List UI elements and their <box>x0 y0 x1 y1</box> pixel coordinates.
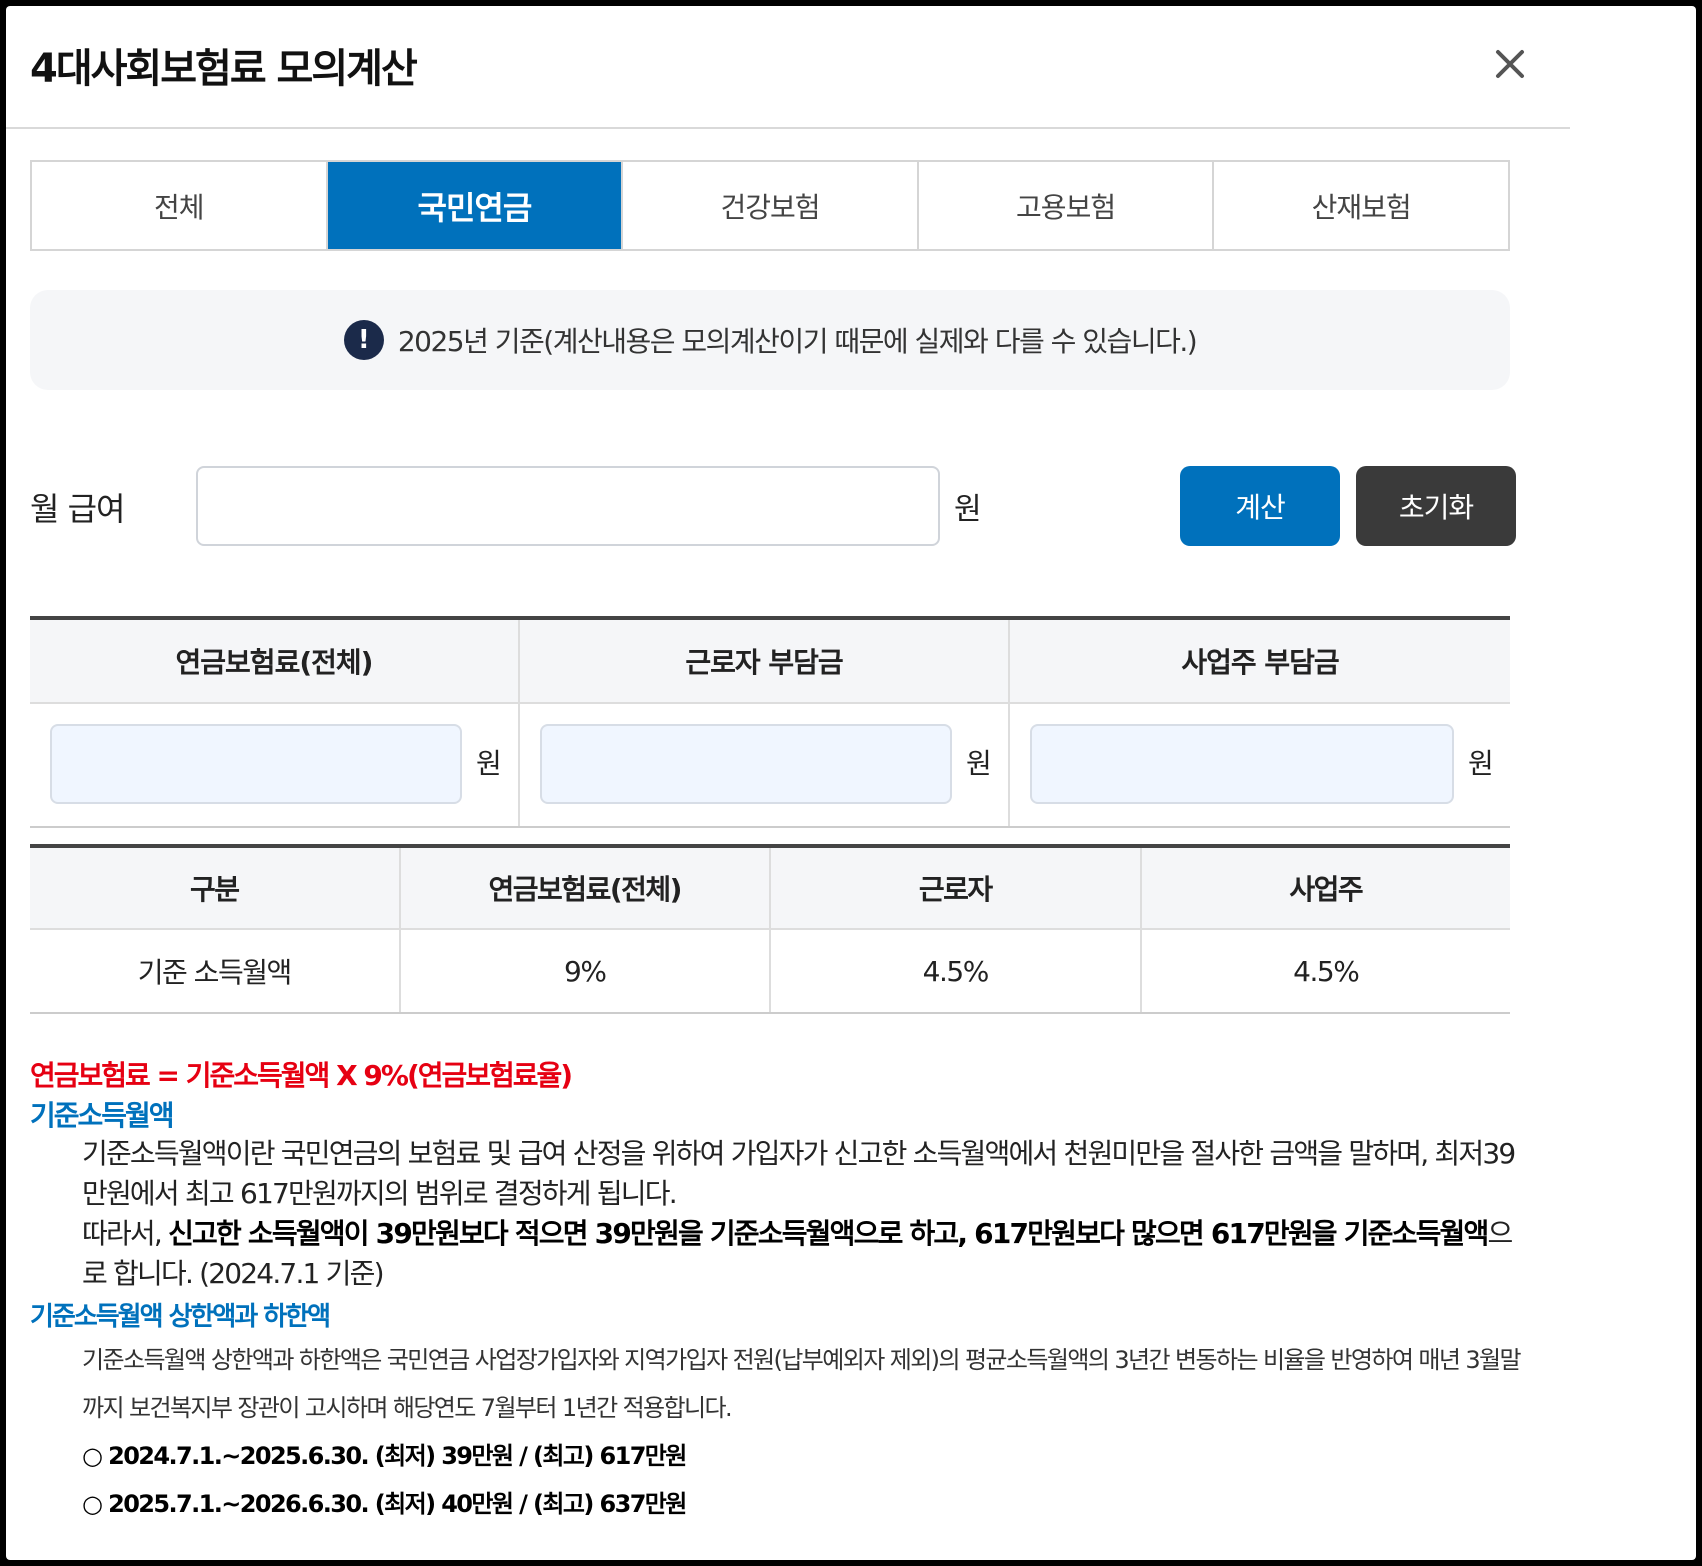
tab-all[interactable]: 전체 <box>32 162 328 249</box>
rate-cell-employee: 4.5% <box>771 930 1142 1012</box>
result-header-employer: 사업주 부담금 <box>1181 646 1339 679</box>
modal-title: 4대사회보험료 모의계산 <box>30 46 418 92</box>
rate-header-category: 구분 <box>30 848 401 928</box>
notice-box: ! 2025년 기준(계산내용은 모의계산이기 때문에 실제와 다를 수 있습니… <box>30 290 1510 390</box>
base-income-rule: 따라서, 신고한 소득월액이 39만원보다 적으면 39만원을 기준소득월액으로… <box>30 1214 1520 1294</box>
rule-bold-text: 신고한 소득월액이 39만원보다 적으면 39만원을 기준소득월액으로 하고, … <box>168 1217 1489 1250</box>
range-2025: ○ 2025.7.1.~2026.6.30. (최저) 40만원 / (최고) … <box>82 1490 687 1518</box>
result-cell-total: 원 <box>30 704 520 826</box>
calculate-button[interactable]: 계산 <box>1180 466 1340 546</box>
rate-cell-category: 기준 소득월액 <box>30 930 401 1012</box>
result-table: 연금보험료(전체) 근로자 부담금 사업주 부담금 원 원 원 <box>30 616 1510 828</box>
modal-header: 4대사회보험료 모의계산 <box>6 6 1570 129</box>
rate-header-employer: 사업주 <box>1289 873 1363 906</box>
employer-share-field[interactable] <box>1030 724 1454 804</box>
unit-label: 원 <box>966 747 992 780</box>
tab-national-pension[interactable]: 국민연금 <box>327 162 624 249</box>
reset-button[interactable]: 초기화 <box>1356 466 1516 546</box>
unit-label: 원 <box>476 747 502 780</box>
rate-header-employee: 근로자 <box>771 848 1142 928</box>
salary-input[interactable] <box>196 466 940 546</box>
rate-cell-employer: 4.5% <box>1293 954 1360 988</box>
result-header-total: 연금보험료(전체) <box>30 620 520 702</box>
close-button[interactable] <box>1490 44 1530 84</box>
description-section: 연금보험료 = 기준소득월액 X 9%(연금보험료율) 기준소득월액 기준소득월… <box>30 1054 1522 1528</box>
tab-employment-insurance[interactable]: 고용보험 <box>919 162 1215 249</box>
formula-text: 연금보험료 = 기준소득월액 X 9%(연금보험료율) <box>30 1059 573 1092</box>
close-icon <box>1496 50 1524 78</box>
employee-share-field[interactable] <box>540 724 952 804</box>
result-cell-employer: 원 <box>1010 704 1510 826</box>
table-row: 기준 소득월액 9% 4.5% 4.5% <box>30 930 1510 1012</box>
rate-table: 구분 연금보험료(전체) 근로자 사업주 기준 소득월액 9% 4.5% 4.5… <box>30 844 1510 1014</box>
calculator-modal: 4대사회보험료 모의계산 전체 국민연금 건강보험 고용보험 산재보험 ! 20… <box>6 6 1696 1560</box>
rule-prefix: 따라서, <box>82 1217 169 1250</box>
salary-row: 월 급여 원 계산 초기화 <box>30 466 1516 546</box>
total-premium-field[interactable] <box>50 724 462 804</box>
unit-label: 원 <box>1468 747 1494 780</box>
result-header-employee: 근로자 부담금 <box>520 620 1010 702</box>
base-income-description: 기준소득월액이란 국민연금의 보험료 및 급여 산정을 위하여 가입자가 신고한… <box>82 1137 1516 1210</box>
rate-header-total: 연금보험료(전체) <box>401 848 771 928</box>
result-table-body: 원 원 원 <box>30 704 1510 826</box>
tab-industrial-accident-insurance[interactable]: 산재보험 <box>1214 162 1508 249</box>
rate-table-header: 구분 연금보험료(전체) 근로자 사업주 <box>30 848 1510 930</box>
notice-text: 2025년 기준(계산내용은 모의계산이기 때문에 실제와 다를 수 있습니다.… <box>397 325 1198 358</box>
insurance-tabs: 전체 국민연금 건강보험 고용보험 산재보험 <box>30 160 1510 251</box>
limits-description: 기준소득월액 상한액과 하한액은 국민연금 사업장가입자와 지역가입자 전원(납… <box>82 1346 1522 1422</box>
exclamation-icon: ! <box>343 320 384 360</box>
salary-unit: 원 <box>954 492 982 527</box>
section-title-base-income: 기준소득월액 <box>30 1099 175 1132</box>
salary-label: 월 급여 <box>30 490 125 528</box>
result-table-header: 연금보험료(전체) 근로자 부담금 사업주 부담금 <box>30 620 1510 704</box>
section-title-limits: 기준소득월액 상한액과 하한액 <box>30 1302 331 1332</box>
rate-cell-total: 9% <box>401 930 771 1012</box>
result-cell-employee: 원 <box>520 704 1010 826</box>
tab-health-insurance[interactable]: 건강보험 <box>623 162 919 249</box>
range-2024: ○ 2024.7.1.~2025.6.30. (최저) 39만원 / (최고) … <box>82 1442 687 1470</box>
